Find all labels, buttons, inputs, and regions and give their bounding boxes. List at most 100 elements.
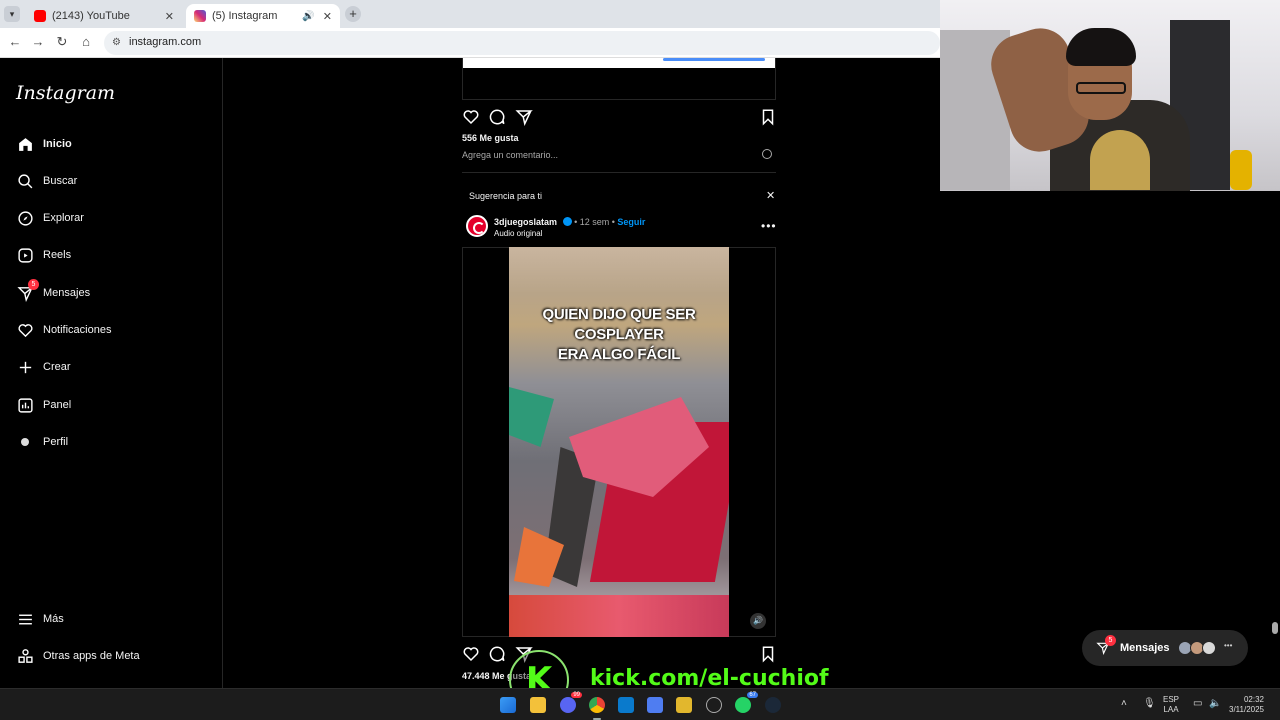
clock[interactable]: 02:32 3/11/2025: [1229, 695, 1264, 715]
reel-video[interactable]: QUIEN DIJO QUE SER COSPLAYER ERA ALGO FÁ…: [509, 247, 729, 637]
sidebar-item-label: Reels: [43, 249, 72, 261]
tab-search-button[interactable]: ▾: [4, 6, 20, 22]
instagram-logo[interactable]: Instagram: [16, 82, 115, 104]
start-icon[interactable]: [500, 697, 516, 713]
taskbar: 99 67 ˄ 🎙 ESP LAA ▭ 🔈 02:32 3/11/2025: [0, 688, 1280, 720]
sidebar-item-inicio[interactable]: Inicio: [16, 133, 72, 155]
search-icon: [16, 172, 34, 190]
like-count[interactable]: 556 Me gusta: [462, 133, 519, 143]
webcam-overlay: [940, 0, 1280, 191]
sidebar-item-label: Inicio: [43, 138, 72, 150]
microphone-icon[interactable]: 🎙: [1143, 698, 1156, 709]
new-tab-button[interactable]: +: [345, 6, 361, 22]
more-icon: •••: [1224, 641, 1233, 650]
plus-icon: [16, 358, 34, 376]
previous-post-button: [663, 58, 765, 61]
post-header: 3djuegoslatam • 12 sem • Seguir: [494, 217, 646, 227]
discord-icon[interactable]: 99: [560, 692, 582, 713]
app-icon[interactable]: [647, 697, 663, 713]
tab-title: (5) Instagram: [212, 10, 278, 22]
follow-button[interactable]: Seguir: [617, 217, 645, 227]
sidebar-item-label: Notificaciones: [43, 324, 112, 336]
forward-icon[interactable]: →: [29, 34, 47, 49]
sidebar-item-perfil[interactable]: Perfil: [16, 431, 68, 453]
chrome-icon[interactable]: [589, 697, 605, 713]
back-icon[interactable]: ←: [6, 34, 24, 49]
reels-icon: [16, 246, 34, 264]
sidebar-item-label: Otras apps de Meta: [43, 650, 140, 662]
chart-icon: [16, 396, 34, 414]
screen: ▾ (2143) YouTube ✕ (5) Instagram 🔊 ✕ + ←…: [0, 0, 1280, 720]
messenger-icon: 5: [16, 279, 39, 302]
post-time: 12 sem: [579, 217, 610, 227]
sidebar-item-mas[interactable]: Más: [16, 608, 64, 630]
sidebar-item-label: Crear: [43, 361, 71, 373]
compass-icon: [16, 209, 34, 227]
sidebar-item-notificaciones[interactable]: Notificaciones: [16, 319, 111, 341]
more-options-icon[interactable]: •••: [761, 219, 777, 233]
like-icon[interactable]: [462, 108, 480, 126]
volume-icon[interactable]: 🔈: [1209, 698, 1221, 709]
whatsapp-icon[interactable]: 67: [735, 692, 758, 713]
network-icon[interactable]: ▭: [1193, 698, 1202, 709]
vscode-icon[interactable]: [618, 697, 634, 713]
meta-apps-icon: [16, 647, 34, 665]
previous-post-media[interactable]: [462, 58, 776, 100]
messenger-icon: 5: [1096, 635, 1116, 656]
sidebar-item-meta-apps[interactable]: Otras apps de Meta: [16, 645, 140, 667]
file-explorer-icon[interactable]: [530, 697, 546, 713]
home-icon: [16, 135, 34, 153]
comment-input[interactable]: Agrega un comentario...: [462, 150, 558, 160]
reel-actions: [462, 645, 776, 665]
close-tab-icon[interactable]: ✕: [323, 10, 332, 23]
avatar[interactable]: [466, 215, 488, 237]
username-link[interactable]: 3djuegoslatam: [494, 217, 557, 227]
site-info-icon[interactable]: ⚙: [112, 37, 121, 48]
sidebar-item-reels[interactable]: Reels: [16, 244, 71, 266]
tab-title: (2143) YouTube: [52, 10, 130, 22]
instagram-sidebar: Instagram Inicio Buscar Explorar Reels 5…: [0, 58, 223, 688]
scrollbar-thumb[interactable]: [1272, 622, 1278, 634]
comment-icon[interactable]: [488, 645, 506, 663]
dismiss-suggestion-icon[interactable]: ✕: [766, 189, 775, 202]
tab-instagram[interactable]: (5) Instagram 🔊 ✕: [186, 4, 340, 28]
sidebar-item-label: Perfil: [43, 436, 69, 448]
like-icon[interactable]: [462, 645, 480, 663]
sidebar-item-crear[interactable]: Crear: [16, 356, 71, 378]
audio-link[interactable]: Audio original: [494, 229, 542, 238]
divider: [462, 172, 776, 173]
sidebar-item-label: Explorar: [43, 212, 84, 224]
sidebar-item-label: Panel: [43, 399, 72, 411]
app-icon[interactable]: [676, 697, 692, 713]
volume-icon[interactable]: 🔊: [750, 613, 766, 629]
steam-icon[interactable]: [765, 697, 781, 713]
app-icon[interactable]: [706, 697, 722, 713]
emoji-icon[interactable]: [762, 149, 772, 159]
omnibox[interactable]: ⚙ instagram.com: [104, 31, 940, 55]
sidebar-item-explorar[interactable]: Explorar: [16, 207, 84, 229]
language-indicator[interactable]: ESP LAA: [1163, 695, 1179, 715]
bookmark-icon[interactable]: [759, 108, 777, 126]
sidebar-item-panel[interactable]: Panel: [16, 394, 71, 416]
suggestion-header: Sugerencia para ti: [469, 191, 543, 201]
youtube-icon: [34, 10, 46, 22]
chevron-up-icon[interactable]: ˄: [1121, 698, 1127, 709]
bookmark-icon[interactable]: [759, 645, 777, 663]
messages-drawer-button[interactable]: 5 Mensajes •••: [1082, 630, 1248, 666]
sidebar-item-label: Buscar: [43, 175, 78, 187]
sidebar-item-mensajes[interactable]: 5 Mensajes: [16, 279, 91, 304]
home-icon[interactable]: ⌂: [77, 34, 95, 49]
heart-icon: [16, 321, 34, 339]
speaker-icon[interactable]: 🔊: [302, 11, 314, 22]
sidebar-item-label: Mensajes: [43, 287, 91, 299]
share-icon[interactable]: [515, 108, 533, 127]
url-text: instagram.com: [129, 36, 202, 48]
sidebar-item-label: Más: [43, 613, 64, 625]
close-tab-icon[interactable]: ✕: [165, 10, 174, 23]
unread-badge: 5: [28, 279, 39, 290]
reload-icon[interactable]: ↻: [53, 34, 71, 50]
tab-youtube[interactable]: (2143) YouTube ✕: [26, 4, 182, 28]
sidebar-item-buscar[interactable]: Buscar: [16, 170, 77, 192]
messages-label: Mensajes: [1120, 642, 1170, 654]
comment-icon[interactable]: [488, 108, 506, 126]
